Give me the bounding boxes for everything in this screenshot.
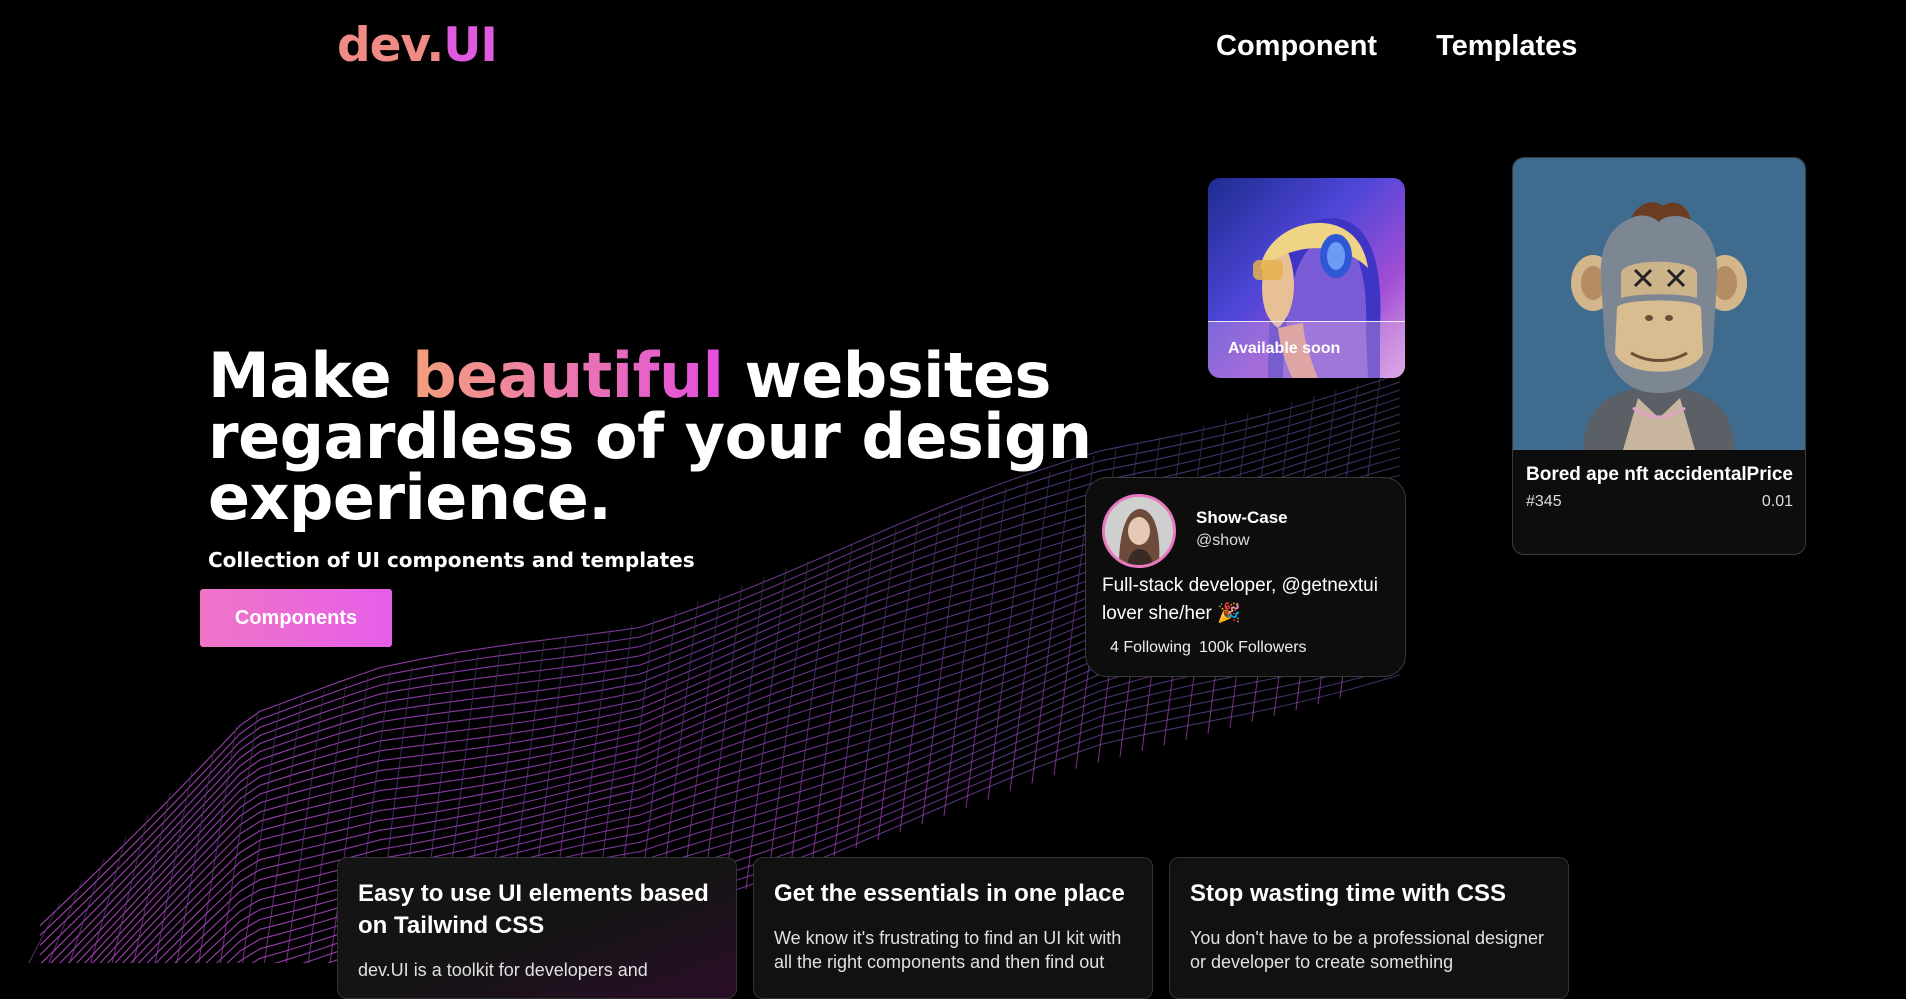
logo-dev-text: dev. [337, 18, 444, 73]
hero-subtitle: Collection of UI components and template… [208, 548, 695, 572]
feature-title: Easy to use UI elements based on Tailwin… [358, 880, 709, 939]
followers-count[interactable]: 100k Followers [1199, 639, 1307, 656]
music-card-footer: Available soon [1208, 321, 1405, 378]
ape-illustration [1571, 202, 1747, 450]
nft-title: Bored ape nft accidental [1526, 464, 1747, 485]
feature-text: We know it's frustrating to find an UI k… [774, 928, 1122, 972]
nft-ape-image [1513, 158, 1805, 450]
wave-line [241, 703, 281, 963]
profile-handle: @show [1196, 532, 1250, 549]
wave-line [90, 836, 127, 963]
profile-name: Show-Case [1196, 508, 1288, 527]
profile-card[interactable]: Show-Case @show Full-stack developer, @g… [1085, 477, 1406, 677]
feature-card-essentials: Get the essentials in one place We know … [753, 857, 1153, 999]
wave-line [855, 528, 897, 849]
feature-card-tailwind: Easy to use UI elements based on Tailwin… [337, 857, 737, 999]
wave-line [48, 880, 83, 963]
feature-card-css: Stop wasting time with CSS You don't hav… [1169, 857, 1569, 999]
hero-title-line3: experience. [208, 461, 612, 534]
feature-text: dev.UI is a toolkit for developers and [358, 960, 648, 980]
main-nav: Component Templates [1216, 26, 1577, 66]
wave-line [877, 520, 919, 841]
feature-text: You don't have to be a professional desi… [1190, 928, 1545, 972]
music-card[interactable]: Available soon [1208, 178, 1405, 378]
available-soon-label: Available soon [1228, 340, 1341, 357]
profile-stats: 4 Following 100k Followers [1110, 639, 1315, 657]
logo[interactable]: dev.UI [337, 12, 498, 80]
hero-title: Make beautiful websites regardless of you… [208, 345, 1108, 529]
nav-link-templates[interactable]: Templates [1436, 26, 1577, 66]
logo-ui-text: UI [443, 18, 498, 73]
nft-price-value: 0.01 [1761, 493, 1793, 510]
components-button[interactable]: Components [200, 589, 392, 647]
nft-card[interactable]: Bored ape nft accidental Price #345 0.01 [1512, 157, 1806, 555]
avatar-portrait-image [1105, 497, 1173, 565]
nft-id: #345 [1526, 493, 1562, 510]
profile-bio: Full-stack developer, @getnextui lover s… [1102, 575, 1378, 624]
nav-link-component[interactable]: Component [1216, 26, 1377, 66]
feature-title: Get the essentials in one place [774, 880, 1125, 907]
wave-line [285, 690, 325, 963]
wave-line [811, 544, 853, 865]
feature-title: Stop wasting time with CSS [1190, 880, 1507, 907]
avatar[interactable] [1102, 494, 1176, 568]
nft-price-label: Price [1746, 464, 1793, 485]
following-count[interactable]: 4 Following [1110, 639, 1191, 656]
